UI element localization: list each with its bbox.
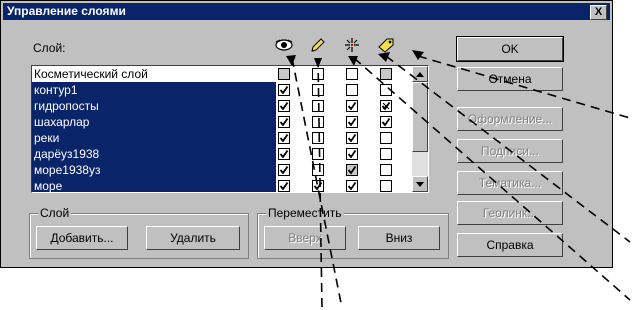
- leader-line-eye: [291, 57, 343, 309]
- leader-line-selection: [353, 57, 631, 301]
- leader-line-label-lower: [385, 55, 631, 243]
- leader-line-pencil: [317, 57, 323, 309]
- leader-line-label-upper: [417, 55, 631, 119]
- annotation-leaders: [286, 50, 631, 309]
- arrowhead-icon: [314, 58, 322, 68]
- arrowhead-icon: [286, 55, 296, 66]
- arrowhead-icon: [412, 50, 424, 60]
